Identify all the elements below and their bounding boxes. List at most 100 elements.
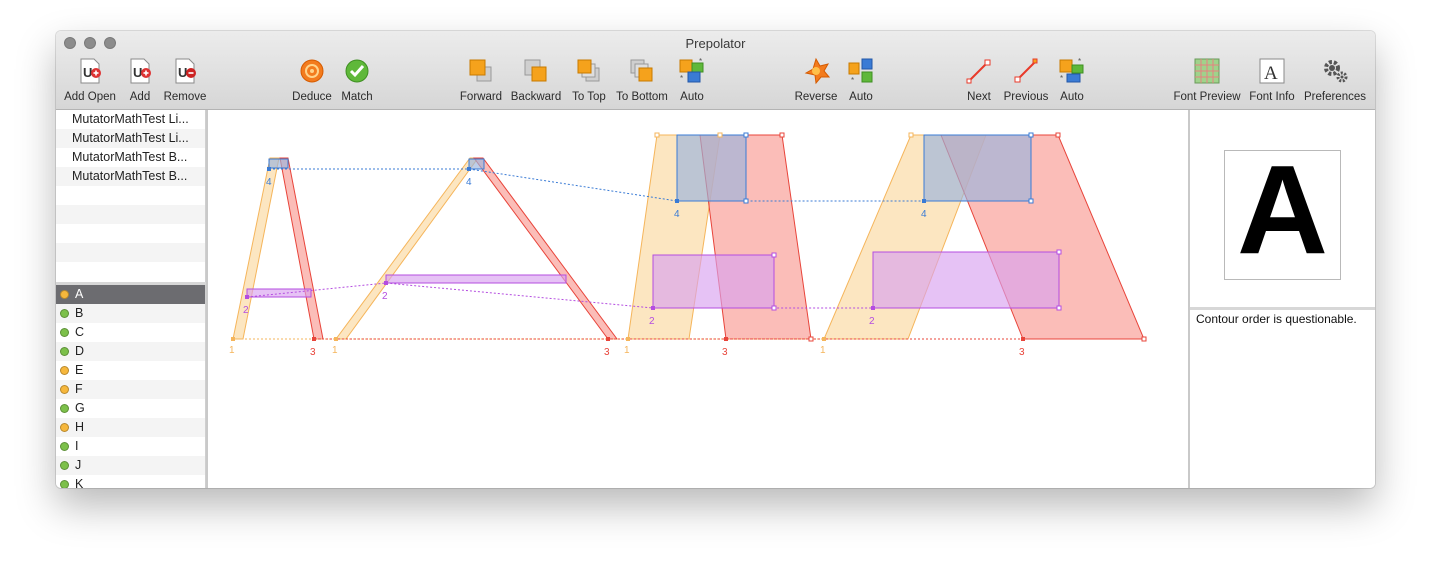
previous-start-point-icon (1014, 58, 1038, 83)
status-message: Contour order is questionable. (1196, 312, 1357, 326)
next-start-point-icon (966, 59, 991, 84)
document-add-open-icon: U (80, 58, 101, 84)
off-point (908, 132, 914, 138)
font-list-item[interactable]: MutatorMathTest Li... (56, 129, 205, 148)
glyph-name: H (75, 420, 85, 434)
off-point (743, 198, 749, 204)
backward-button[interactable]: Backward (511, 57, 561, 107)
status-dot (60, 404, 69, 413)
off-point (1028, 132, 1034, 138)
document-remove-icon: U (175, 58, 196, 84)
status-dot (60, 347, 69, 356)
contour-number-label: 4 (266, 177, 272, 188)
contour-4-shape (923, 134, 1032, 202)
glyph-list-item[interactable]: F (56, 380, 205, 399)
font-list-item[interactable]: MutatorMathTest Li... (56, 110, 205, 129)
bring-forward-icon (469, 59, 492, 82)
font-list-item[interactable]: MutatorMathTest B... (56, 167, 205, 186)
off-point (1028, 198, 1034, 204)
glyph-list-item[interactable]: B (56, 304, 205, 323)
glyph-list-item[interactable]: J (56, 456, 205, 475)
empty-row (56, 262, 205, 281)
contour-number-label: 3 (1019, 347, 1025, 358)
auto-direction-button[interactable]: * Auto (847, 57, 875, 107)
contour-3-shape (473, 157, 618, 340)
font-preview-grid-icon (1194, 58, 1220, 84)
status-dot (60, 385, 69, 394)
svg-text:U: U (83, 65, 92, 80)
preview-panel: A (1190, 110, 1375, 307)
on-curve-point (1021, 337, 1025, 341)
reverse-button[interactable]: Reverse (795, 57, 837, 107)
next-button[interactable]: Next (965, 57, 993, 107)
glyph-list-item[interactable]: H (56, 418, 205, 437)
font-list-item[interactable]: MutatorMathTest B... (56, 148, 205, 167)
off-point (779, 132, 785, 138)
glyph-list-item[interactable]: C (56, 323, 205, 342)
off-point (717, 132, 723, 138)
auto-order-icon: ** (679, 57, 704, 83)
toolbar: Prepolator U Add Open U Add U Remove Ded… (56, 31, 1375, 110)
contour-2-shape (385, 274, 567, 284)
send-to-bottom-icon (630, 59, 653, 82)
glyph-list-item[interactable]: D (56, 342, 205, 361)
correspondence-line-4 (269, 168, 924, 202)
off-point (771, 305, 777, 311)
deduce-button[interactable]: Deduce (292, 57, 332, 107)
glyph-list-item[interactable]: E (56, 361, 205, 380)
remove-button[interactable]: U Remove (164, 57, 206, 107)
off-point (654, 132, 660, 138)
glyph-list-item[interactable]: I (56, 437, 205, 456)
window-title: Prepolator (685, 36, 746, 51)
contour-number-label: 1 (624, 345, 630, 356)
font-info-button[interactable]: A Font Info (1249, 57, 1295, 107)
glyph-name: J (75, 458, 82, 472)
empty-row (56, 224, 205, 243)
contour-number-label: 4 (674, 209, 680, 220)
glyph-name: I (75, 439, 79, 453)
auto-start-point-icon: ** (1059, 57, 1084, 83)
glyph-list-item[interactable]: A (56, 285, 205, 304)
contour-4-shape (468, 158, 485, 170)
contour-2-shape (652, 254, 775, 309)
glyph-name: B (75, 306, 84, 320)
status-dot (60, 309, 69, 318)
contour-1-shape (335, 157, 479, 340)
toolbar-label: Remove (163, 91, 207, 103)
on-curve-point (312, 337, 316, 341)
contour-number-label: 2 (243, 305, 249, 316)
toolbar-label: Font Preview (1173, 91, 1241, 103)
preferences-button[interactable]: Preferences (1304, 57, 1366, 107)
glyph-name: K (75, 477, 84, 488)
preview-glyph: A (1237, 139, 1328, 280)
contour-drawing: 1 1 1 1 2 2 2 2 3 3 3 3 4 4 4 4 (229, 132, 1147, 358)
status-dot (60, 461, 69, 470)
on-curve-point (606, 337, 610, 341)
font-info-icon: A (1259, 58, 1285, 84)
glyph-list-item[interactable]: K (56, 475, 205, 488)
glyph-list: A B C D E F G H I J K (56, 285, 206, 488)
to-bottom-button[interactable]: To Bottom (616, 57, 668, 107)
reverse-direction-icon (804, 57, 830, 85)
glyph-name: A (75, 287, 84, 301)
forward-button[interactable]: Forward (460, 57, 502, 107)
deduce-icon (300, 59, 324, 83)
match-button[interactable]: Match (341, 57, 373, 107)
contour-number-label: 3 (604, 347, 610, 358)
on-curve-point (467, 167, 471, 171)
contour-number-label: 1 (332, 345, 338, 356)
glyph-list-item[interactable]: G (56, 399, 205, 418)
previous-button[interactable]: Previous (1004, 57, 1048, 107)
font-preview-button[interactable]: Font Preview (1173, 57, 1241, 107)
glyph-canvas[interactable]: 1 1 1 1 2 2 2 2 3 3 3 3 4 4 4 4 (208, 110, 1188, 488)
svg-text:*: * (680, 74, 683, 83)
send-backward-icon (524, 59, 547, 82)
to-top-button[interactable]: To Top (572, 57, 606, 107)
auto-start-point-button[interactable]: * * Auto (1058, 57, 1086, 107)
off-point (1055, 132, 1061, 138)
message-panel: Contour order is questionable. (1190, 310, 1375, 488)
svg-text:*: * (1078, 57, 1081, 66)
off-point (771, 252, 777, 258)
auto-order-button[interactable]: * * Auto (678, 57, 706, 107)
on-curve-point (267, 167, 271, 171)
